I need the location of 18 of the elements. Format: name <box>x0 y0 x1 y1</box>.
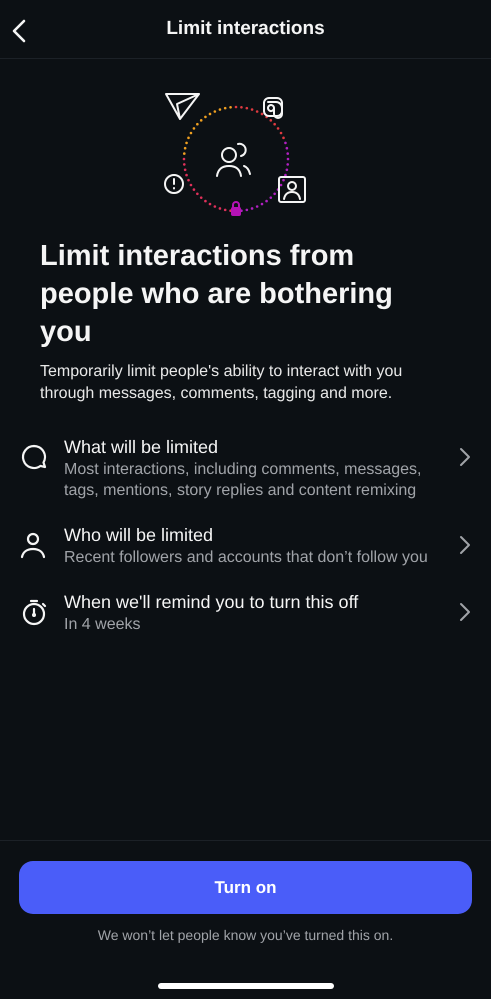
chevron-right-icon[interactable] <box>459 602 471 622</box>
item-detail: In 4 weeks <box>64 615 142 635</box>
item-detail: Recent followers and accounts that don’t follow you <box>64 548 429 568</box>
chevron-right-icon[interactable] <box>459 447 471 467</box>
item-title[interactable]: Who will be limited <box>64 523 451 547</box>
chat-bubble-icon <box>20 443 48 471</box>
item-title[interactable]: What will be limited <box>64 435 451 459</box>
privacy-note: We won’t let people know you’ve turned this on. <box>98 927 394 943</box>
item-title[interactable]: When we'll remind you to turn this off <box>64 590 451 614</box>
description-text: Temporarily limit people's ability to interact with you through messages, comments, tagging and more. <box>40 362 404 404</box>
item-detail: Most interactions, including comments, messages, tags, mentions, story replies and content remixing <box>64 460 422 501</box>
turn-on-button[interactable]: Turn on <box>19 861 472 914</box>
person-icon <box>20 531 46 559</box>
stopwatch-icon <box>20 598 48 626</box>
chevron-right-icon[interactable] <box>459 535 471 555</box>
page-heading: Limit interactions from people who are bothering you <box>40 239 394 350</box>
back-icon <box>10 18 28 44</box>
screen-title: Limit interactions <box>166 18 325 40</box>
